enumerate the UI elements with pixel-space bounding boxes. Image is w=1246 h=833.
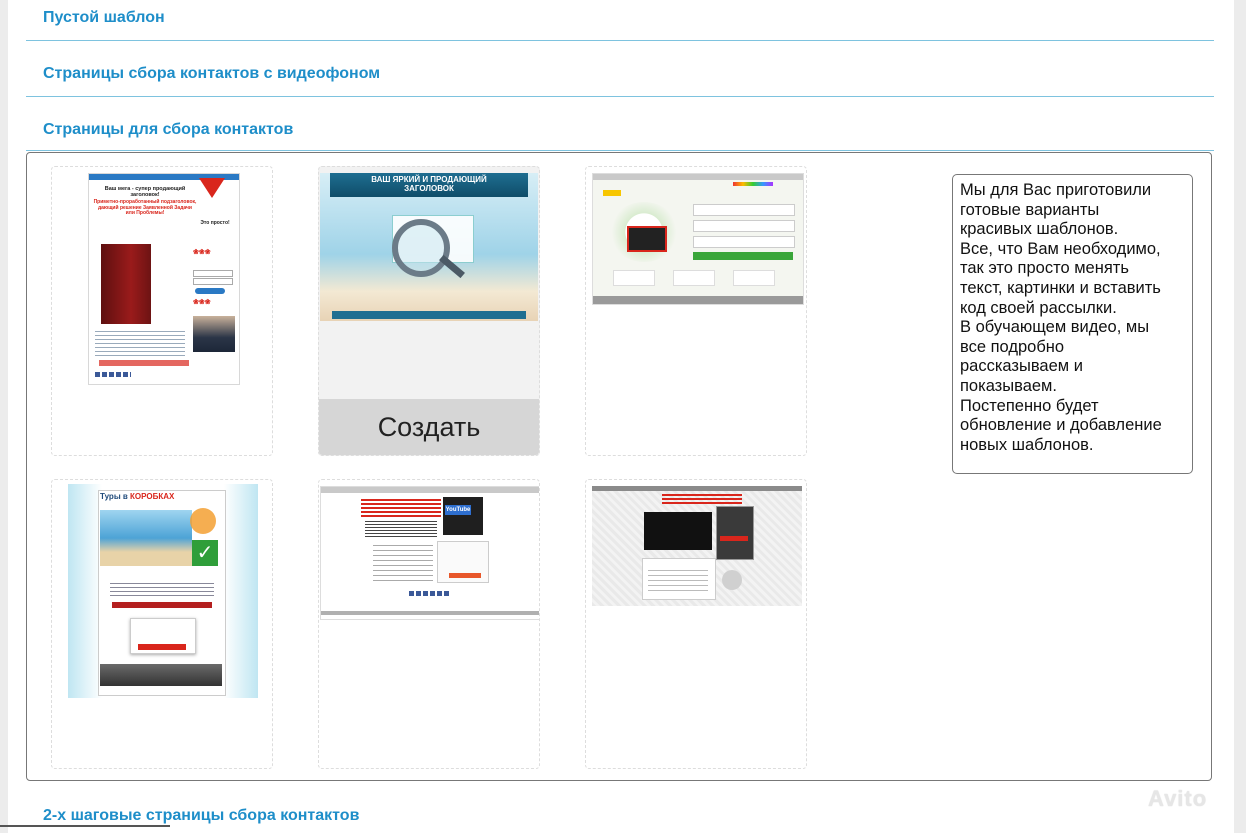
- section-two-step[interactable]: 2-х шаговые страницы сбора контактов: [43, 807, 359, 825]
- video-player: [644, 512, 712, 550]
- arrow-icon: [722, 570, 742, 590]
- template-card-6[interactable]: [585, 479, 807, 769]
- social-icons: [95, 372, 131, 377]
- template-preview-6: [592, 486, 802, 606]
- check-icon: ✓: [192, 540, 218, 566]
- video-player: [443, 497, 483, 535]
- template-preview-4: Туры в КОРОБКАХ ✓: [68, 484, 258, 698]
- section-divider: [26, 96, 1214, 97]
- section-contact-pages[interactable]: Страницы для сбора контактов: [43, 121, 293, 139]
- section-divider: [26, 150, 1214, 151]
- section-empty-template[interactable]: Пустой шаблон: [43, 9, 165, 27]
- beach-photo: [100, 510, 192, 566]
- template-card-1[interactable]: Ваш мега - супер продающий заголовок! Пр…: [51, 166, 273, 456]
- person-photo: [193, 316, 235, 352]
- section-video-background[interactable]: Страницы сбора контактов с видеофоном: [43, 65, 380, 83]
- template-preview-5: YouTube: [320, 486, 539, 620]
- product-box-image: [101, 244, 151, 324]
- avito-watermark: Avito: [1148, 786, 1208, 811]
- template-card-2[interactable]: ВАШ ЯРКИЙ И ПРОДАЮЩИЙ ЗАГОЛОВОК Создать: [318, 166, 540, 456]
- template-preview-2: ВАШ ЯРКИЙ И ПРОДАЮЩИЙ ЗАГОЛОВОК: [320, 173, 538, 321]
- bottom-divider: [0, 825, 170, 827]
- template-card-3[interactable]: [585, 166, 807, 456]
- template-preview-3: [592, 173, 804, 305]
- section-divider: [26, 40, 1214, 41]
- arrow-down-icon: [199, 178, 225, 198]
- page-scrollbar[interactable]: [1234, 0, 1246, 833]
- youtube-logo: YouTube: [445, 505, 471, 515]
- tablet-image: [627, 226, 667, 252]
- info-box: Мы для Вас приготовили готовые варианты …: [952, 174, 1193, 474]
- template-card-5[interactable]: YouTube: [318, 479, 540, 769]
- create-button[interactable]: Создать: [319, 399, 539, 455]
- magnifier-icon: [392, 219, 450, 277]
- template-preview-1: Ваш мега - супер продающий заголовок! Пр…: [88, 173, 240, 385]
- template-card-4[interactable]: Туры в КОРОБКАХ ✓: [51, 479, 273, 769]
- left-scroll-gutter: [0, 0, 8, 833]
